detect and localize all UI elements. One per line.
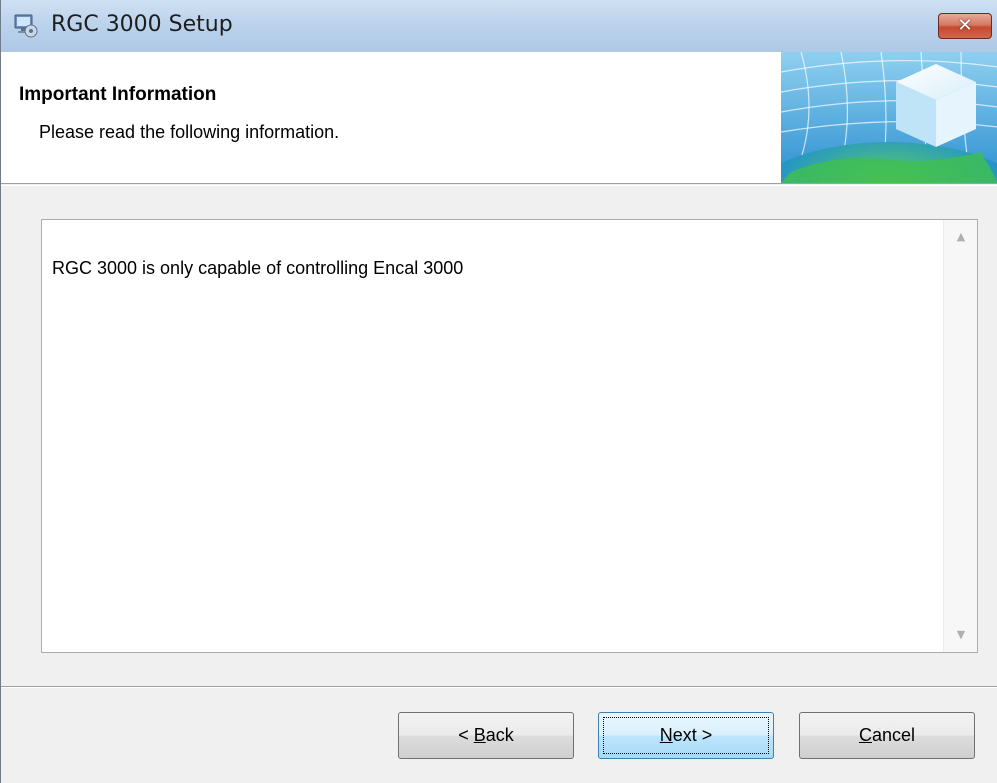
setup-computer-icon: [13, 14, 39, 38]
scroll-down-icon[interactable]: ▼: [944, 618, 978, 652]
title-bar[interactable]: RGC 3000 Setup ✕: [1, 0, 997, 52]
close-button[interactable]: ✕: [938, 13, 992, 39]
vertical-scrollbar[interactable]: ▲ ▼: [943, 220, 977, 652]
next-button-label: Next >: [659, 725, 713, 745]
close-icon: ✕: [957, 15, 973, 36]
back-button[interactable]: < Back: [398, 712, 574, 759]
information-text: RGC 3000 is only capable of controlling …: [52, 258, 464, 278]
bottom-separator-highlight: [1, 687, 997, 688]
page-title: Important Information: [19, 84, 217, 105]
wizard-header: Important Information Please read the fo…: [1, 52, 997, 184]
cancel-button[interactable]: Cancel: [799, 712, 975, 759]
window-title: RGC 3000 Setup: [51, 12, 233, 37]
next-button[interactable]: Next >: [598, 712, 774, 759]
scroll-up-icon[interactable]: ▲: [944, 220, 978, 254]
cancel-button-label: Cancel: [858, 725, 916, 745]
information-memo[interactable]: RGC 3000 is only capable of controlling …: [41, 219, 978, 653]
header-divider: [1, 185, 997, 186]
page-subtitle: Please read the following information.: [39, 122, 340, 142]
back-button-label: < Back: [458, 725, 514, 745]
setup-window: RGC 3000 Setup ✕ Important Information P…: [0, 0, 997, 783]
globe-cube-graphic: [781, 52, 997, 183]
